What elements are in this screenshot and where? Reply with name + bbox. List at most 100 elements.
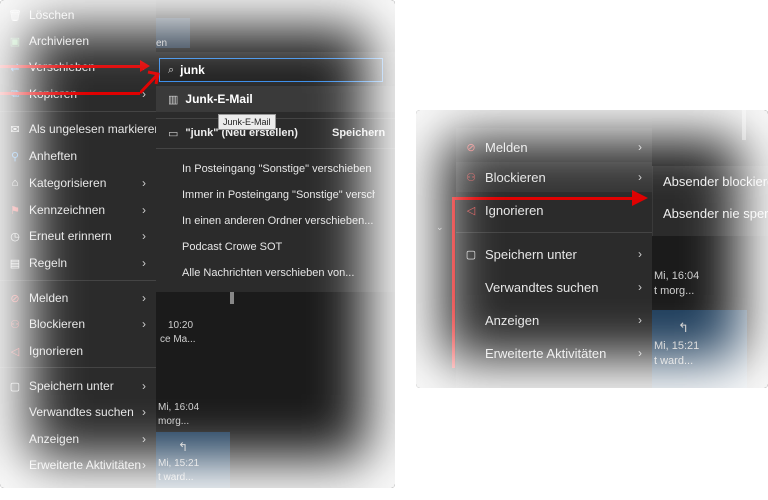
menu-divider (456, 232, 652, 233)
mail-row-preview: ce Ma... (160, 334, 196, 345)
chevron-right-icon: › (142, 256, 146, 270)
flag-icon: ⚑ (10, 204, 20, 217)
mail-unread-icon: ✉ (10, 123, 20, 136)
chevron-right-icon: › (638, 247, 642, 261)
menu-item-flag[interactable]: ⚑ Kennzeichnen › (0, 197, 156, 223)
tooltip: Junk-E-Mail (218, 114, 276, 130)
right-screenshot: ⌄ Mi, 16:04 t morg... ↰ Mi, 15:21 t ward… (416, 110, 768, 388)
menu-item-save-as[interactable]: ▢ Speichern unter › (456, 239, 652, 269)
checkmark-icon: ⌄ (436, 222, 444, 232)
block-submenu: Absender blockieren Absender nie sperren (652, 166, 768, 236)
annotation-arrowhead (632, 190, 648, 206)
tag-icon: ⌂ (11, 177, 19, 189)
annotation-arrow-line (452, 197, 634, 200)
menu-divider (0, 280, 156, 281)
annotation-arrow-line (452, 198, 455, 368)
menu-item-save-as[interactable]: ▢ Speichern unter › (0, 373, 156, 399)
mute-icon: ◁ (466, 204, 476, 217)
left-screenshot: en 10:20 ce Ma... Mi, 16:04 morg... ↰ Mi… (0, 0, 395, 488)
chevron-right-icon: › (638, 170, 642, 184)
menu-item-ignore[interactable]: ◁ Ignorieren (0, 338, 156, 364)
mail-row-time[interactable]: Mi, 16:04 (158, 402, 199, 413)
mail-row-time[interactable]: 10:20 (168, 320, 193, 331)
menu-item-block[interactable]: ⚇ Blockieren › (0, 311, 156, 337)
clock-icon: ◷ (10, 230, 20, 243)
menu-item-report[interactable]: ⊘ Melden › (456, 132, 652, 162)
save-icon: ▢ (465, 248, 477, 261)
report-icon: ⊘ (10, 292, 20, 305)
menu-item-delete[interactable]: 🗑 Löschen (0, 2, 156, 28)
move-action-podcast[interactable]: Podcast Crowe SOT (156, 234, 395, 260)
move-action-other-folder[interactable]: In einen anderen Ordner verschieben... (156, 208, 395, 234)
block-sender-item[interactable]: Absender blockieren (663, 174, 768, 189)
menu-item-view[interactable]: Anzeigen › (456, 305, 652, 335)
chevron-right-icon: › (638, 280, 642, 294)
block-icon: ⚇ (10, 318, 20, 331)
chevron-right-icon: › (142, 458, 146, 472)
annotation-arrow-line (0, 65, 140, 68)
menu-divider (0, 111, 156, 112)
chevron-right-icon: › (142, 229, 146, 243)
rules-icon: ▤ (9, 257, 21, 270)
menu-item-find-related[interactable]: Verwandtes suchen › (456, 272, 652, 302)
menu-divider (156, 148, 395, 149)
folder-search-input[interactable]: junk (180, 63, 205, 77)
menu-item-advanced-actions[interactable]: Erweiterte Aktivitäten › (0, 452, 156, 478)
junk-folder-icon: ▥ (168, 93, 179, 106)
menu-item-categorize[interactable]: ⌂ Kategorisieren › (0, 170, 156, 196)
scrollbar[interactable] (742, 110, 746, 140)
move-action-other-inbox[interactable]: In Posteingang "Sonstige" verschieben (156, 156, 395, 182)
search-icon: ⌕ (168, 63, 175, 76)
mail-row-time[interactable]: Mi, 15:21 (158, 458, 199, 469)
annotation-arrow-line (0, 92, 140, 95)
chevron-right-icon: › (142, 379, 146, 393)
menu-item-find-related[interactable]: Verwandtes suchen › (0, 399, 156, 425)
report-icon: ⊘ (466, 141, 476, 154)
never-block-sender-item[interactable]: Absender nie sperren (663, 206, 768, 221)
move-action-move-all[interactable]: Alle Nachrichten verschieben von... (156, 260, 395, 286)
chevron-right-icon: › (142, 317, 146, 331)
chevron-right-icon: › (142, 203, 146, 217)
move-submenu: ⌕ junk ▥ Junk-E-Mail Junk-E-Mail ▭ "junk… (156, 52, 395, 292)
mail-row-time[interactable]: Mi, 16:04 (654, 270, 699, 282)
mail-row-time[interactable]: Mi, 15:21 (654, 340, 699, 352)
chevron-right-icon: › (142, 432, 146, 446)
reply-icon: ↰ (678, 320, 689, 335)
menu-item-advanced-actions[interactable]: Erweiterte Aktivitäten › (456, 338, 652, 368)
chevron-right-icon: › (638, 346, 642, 360)
menu-item-view[interactable]: Anzeigen › (0, 426, 156, 452)
menu-item-snooze[interactable]: ◷ Erneut erinnern › (0, 223, 156, 249)
chevron-right-icon: › (638, 140, 642, 154)
archive-icon: ▣ (9, 35, 21, 48)
mail-row-preview: t ward... (158, 472, 194, 483)
context-menu: 🗑Löschen ▣Archivieren ⇄Verschieben› ⧉Kop… (0, 0, 161, 488)
move-action-always-other[interactable]: Immer in Posteingang "Sonstige" verschie… (156, 182, 375, 208)
menu-divider (0, 367, 156, 368)
menu-item-block[interactable]: ⚇ Blockieren › (456, 162, 652, 192)
save-icon: ▢ (9, 380, 21, 393)
annotation-arrow (138, 62, 160, 96)
menu-item-mark-unread[interactable]: ✉ Als ungelesen markieren (0, 116, 161, 142)
chevron-right-icon: › (142, 176, 146, 190)
folder-search-box[interactable]: ⌕ junk (159, 58, 383, 82)
reply-icon: ↰ (178, 440, 189, 454)
mail-row-preview: t ward... (654, 355, 694, 367)
folder-result-junk[interactable]: ▥ Junk-E-Mail (156, 86, 395, 112)
context-menu: ⊘ Melden › ⚇ Blockieren › ◁ Ignorieren ▢ Speic… (456, 128, 652, 388)
chevron-right-icon: › (638, 313, 642, 327)
menu-item-rules[interactable]: ▤ Regeln › (0, 250, 156, 276)
trash-icon: 🗑 (8, 9, 22, 22)
menu-item-archive[interactable]: ▣ Archivieren (0, 28, 156, 54)
mail-row-preview: morg... (158, 416, 190, 427)
pin-icon: ⚲ (10, 150, 20, 163)
menu-item-report[interactable]: ⊘ Melden › (0, 285, 156, 311)
menu-item-pin[interactable]: ⚲ Anheften (0, 143, 156, 169)
chevron-right-icon: › (142, 405, 146, 419)
mail-header-text: en (156, 38, 168, 49)
save-button[interactable]: Speichern (332, 127, 385, 139)
scrollbar[interactable] (230, 290, 234, 304)
mail-row-preview: t morg... (654, 285, 695, 297)
chevron-right-icon: › (142, 291, 146, 305)
block-icon: ⚇ (466, 171, 476, 184)
mute-icon: ◁ (10, 345, 20, 358)
